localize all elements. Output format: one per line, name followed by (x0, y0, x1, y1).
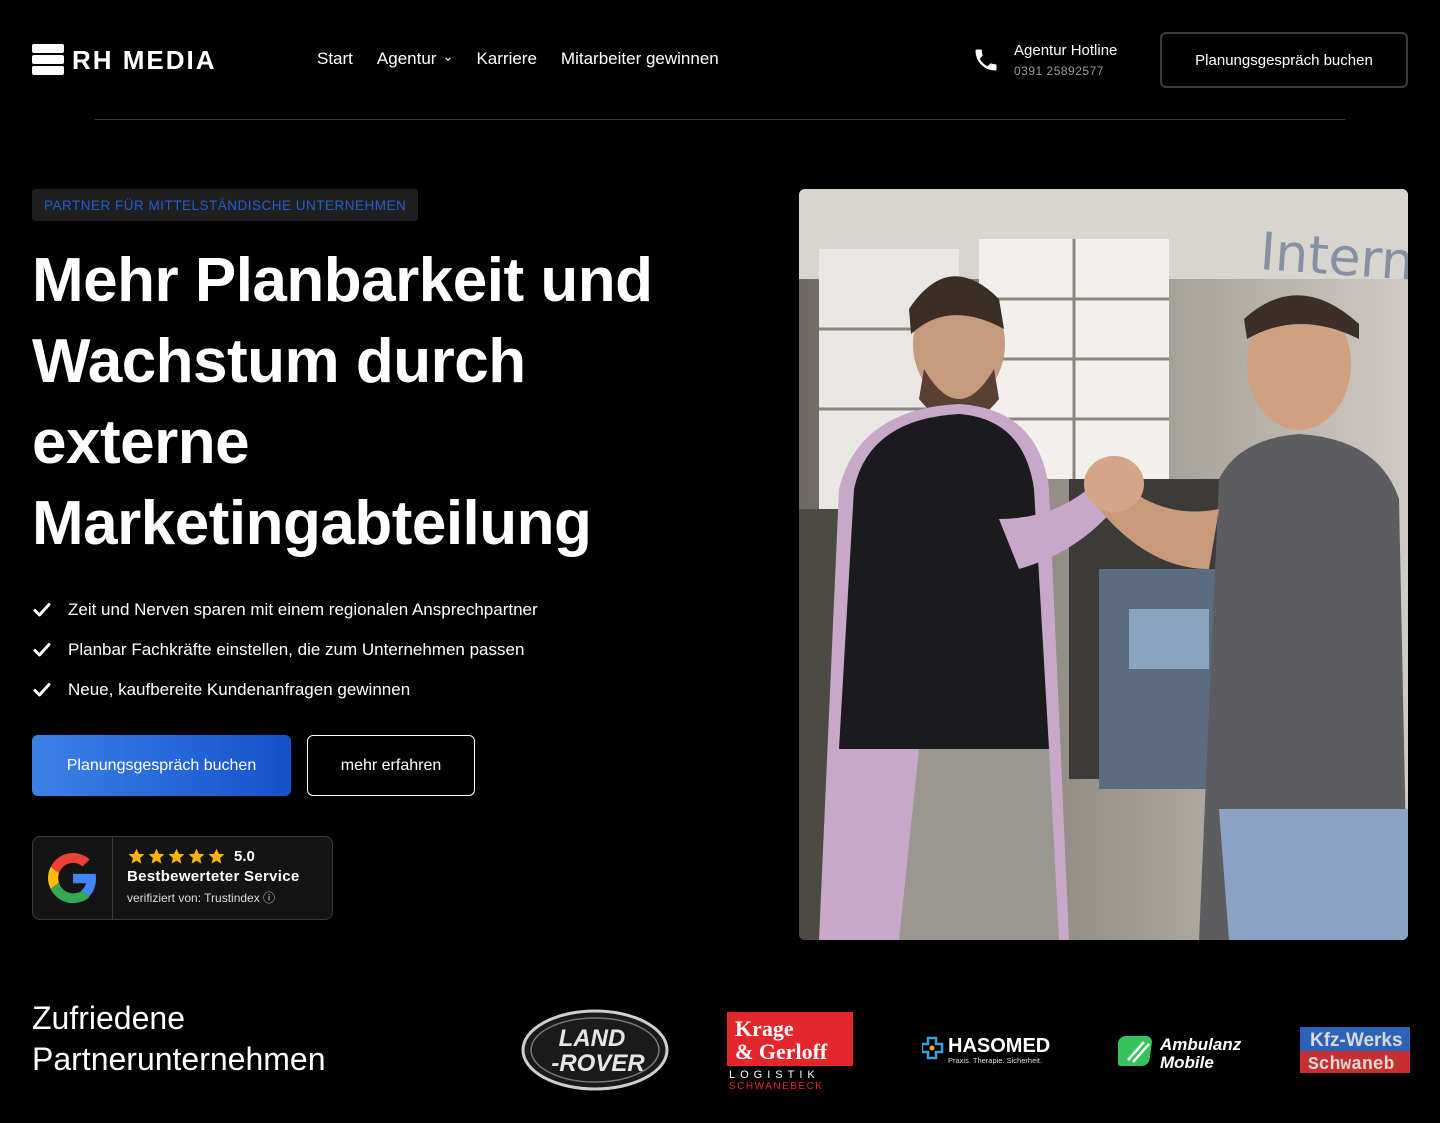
hero-photo: Internati (799, 189, 1408, 940)
brand-logo[interactable]: RH MEDIA (32, 44, 217, 76)
krage-line2: & Gerloff (735, 1039, 828, 1064)
phone-icon (975, 49, 997, 71)
check-icon (33, 683, 51, 697)
star-icon (208, 848, 225, 864)
land-rover-line1: LAND (559, 1025, 626, 1052)
star-icon (188, 848, 205, 864)
benefit-text: Zeit und Nerven sparen mit einem regiona… (68, 600, 538, 619)
chevron-down-icon (445, 57, 452, 61)
rating-stars (127, 847, 226, 866)
review-title: Bestbewerteter Service (127, 868, 300, 885)
land-rover-logo: LAND -ROVER (521, 1009, 669, 1091)
benefit-item: Neue, kaufbereite Kundenanfragen gewinne… (32, 670, 538, 710)
kfz-werkstatt-logo: Kfz-Werks Schwaneb (1300, 1027, 1410, 1073)
benefit-text: Neue, kaufbereite Kundenanfragen gewinne… (68, 680, 411, 699)
nav-item-start[interactable]: Start (317, 48, 353, 70)
hasomed-line1: HASOMED (948, 1035, 1050, 1057)
star-icon (168, 848, 185, 864)
ambulanz-mobile-logo: Ambulanz Mobile (1118, 1035, 1242, 1072)
main-nav: Start Agentur Karriere Mitarbeiter gewin… (317, 48, 719, 70)
star-icon (128, 848, 145, 864)
nav-item-agentur-label: Agentur (376, 49, 437, 68)
hero-booking-button[interactable]: Planungsgespräch buchen (32, 735, 291, 796)
review-verified-text: verifiziert von: Trustindex ⓘ (127, 891, 276, 905)
benefit-text: Planbar Fachkräfte einstellen, die zum U… (68, 640, 525, 659)
ambulanz-line2: Mobile (1160, 1053, 1214, 1072)
hotline-number[interactable]: 0391 25892577 (1014, 64, 1117, 78)
hotline[interactable]: Agentur Hotline 0391 25892577 (972, 42, 1117, 78)
krage-sub1: LOGISTIK (729, 1069, 820, 1081)
google-logo-icon (33, 837, 113, 919)
hotline-title: Agentur Hotline (1014, 42, 1118, 59)
nav-item-mitarbeiter-gewinnen[interactable]: Mitarbeiter gewinnen (561, 48, 719, 70)
logo-mark-icon (32, 44, 64, 76)
hero-badge: PARTNER FÜR MITTELSTÄNDISCHE UNTERNEHMEN (32, 189, 419, 221)
hasomed-logo: HASOMED Praxis. Therapie. Sicherheit. (922, 1035, 1050, 1065)
krage-line1: Krage (735, 1016, 794, 1041)
rating-score: 5.0 (234, 848, 255, 865)
check-icon (33, 603, 51, 617)
land-rover-line2: -ROVER (551, 1050, 645, 1077)
partner-logo-strip: LAND -ROVER Krage & Gerloff LOGISTIK SCH… (520, 1000, 1410, 1100)
benefit-item: Planbar Fachkräfte einstellen, die zum U… (32, 630, 538, 670)
hasomed-sub1: Praxis. Therapie. Sicherheit. (948, 1056, 1042, 1065)
nav-item-agentur[interactable]: Agentur (377, 48, 453, 70)
krage-sub2: SCHWANEBECK (729, 1081, 823, 1090)
krage-gerloff-logo: Krage & Gerloff LOGISTIK SCHWANEBECK (727, 1012, 853, 1090)
learn-more-button[interactable]: mehr erfahren (307, 735, 475, 796)
check-icon (33, 643, 51, 657)
kfz-line2: Schwaneb (1308, 1055, 1394, 1073)
benefit-item: Zeit und Nerven sparen mit einem regiona… (32, 590, 538, 630)
google-review-widget[interactable]: 5.0 Bestbewerteter Service verifiziert v… (32, 836, 333, 920)
header-divider (95, 119, 1345, 120)
kfz-line1: Kfz-Werks (1310, 1030, 1403, 1051)
partners-title: Zufriedene Partnerunternehmen (32, 998, 326, 1080)
star-icon (148, 848, 165, 864)
partners-title-line2: Partnerunternehmen (32, 1041, 326, 1077)
nav-item-karriere[interactable]: Karriere (476, 48, 536, 70)
hero-benefit-list: Zeit und Nerven sparen mit einem regiona… (32, 590, 538, 710)
brand-name: RH MEDIA (72, 45, 217, 75)
partners-title-line1: Zufriedene (32, 1000, 185, 1036)
header-booking-button[interactable]: Planungsgespräch buchen (1160, 32, 1408, 88)
site-header: RH MEDIA Start Agentur Karriere Mitarbei… (0, 0, 1440, 120)
ambulanz-line1: Ambulanz (1159, 1035, 1242, 1054)
hero-title: Mehr Planbarkeit und Wachstum durch exte… (32, 246, 653, 558)
